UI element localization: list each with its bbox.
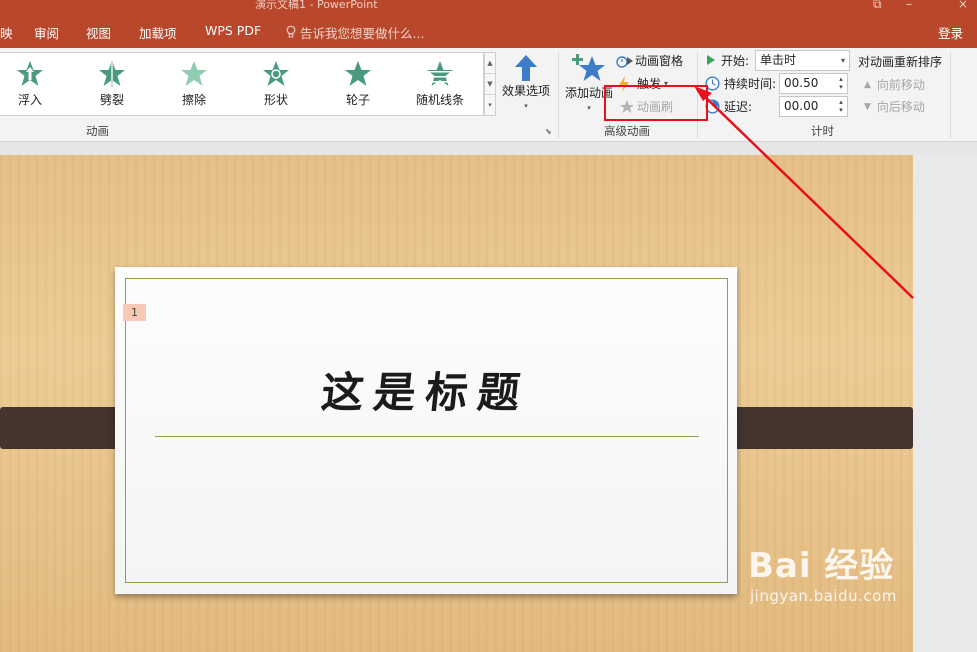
window-title: 演示文稿1 - PowerPoint xyxy=(255,0,378,11)
timing-start-label: 开始: xyxy=(706,52,749,69)
card-frame xyxy=(125,278,728,583)
animation-split[interactable]: 劈裂 xyxy=(82,59,142,108)
baidu-watermark: Bai 经验 jingyan.baidu.com xyxy=(748,538,897,605)
move-earlier-label: 向前移动 xyxy=(876,78,925,92)
tab-wps-pdf[interactable]: WPS PDF xyxy=(205,23,261,38)
animation-label: 轮子 xyxy=(345,93,370,107)
timing-start-select[interactable]: 单击时 ▾ xyxy=(755,50,850,71)
animation-label: 浮入 xyxy=(17,93,42,107)
animation-gallery: 浮入 劈裂 擦除 形状 轮子 随机线条 xyxy=(0,52,484,116)
reorder-animation-title: 对动画重新排序 xyxy=(858,55,943,69)
title-card: 1 这是标题 xyxy=(115,267,737,594)
star-wipe-icon xyxy=(181,61,207,86)
animation-label: 劈裂 xyxy=(99,93,124,107)
title-underline xyxy=(155,436,699,437)
slide-title-textbox[interactable]: 这是标题 xyxy=(112,359,740,420)
move-earlier-button[interactable]: ▲ 向前移动 xyxy=(864,76,925,93)
powerpoint-window: 演示文稿1 - PowerPoint ⧉ – × 映 审阅 视图 加载项 WPS… xyxy=(0,0,977,652)
group-label-animation: 动画 xyxy=(86,124,109,138)
animation-label: 随机线条 xyxy=(415,93,464,107)
start-label-text: 开始: xyxy=(721,54,750,68)
animation-label: 形状 xyxy=(263,93,288,107)
ribbon-display-options-icon[interactable]: ⧉ xyxy=(873,0,882,10)
gallery-scroll[interactable]: ▲ ▼ ▾ xyxy=(484,52,496,116)
star-shape-icon xyxy=(263,61,289,86)
gallery-more-icon[interactable]: ▾ xyxy=(485,95,495,116)
login-link[interactable]: 登录 xyxy=(938,23,963,42)
group-label-timing: 计时 xyxy=(811,124,834,138)
watermark-brand: Bai 经验 xyxy=(748,546,895,586)
move-later-label: 向后移动 xyxy=(876,100,925,114)
duration-value: 00.50 xyxy=(784,76,819,90)
animation-float-in[interactable]: 浮入 xyxy=(0,59,60,108)
timing-duration-label: 持续时间: xyxy=(705,75,776,92)
tab-view[interactable]: 视图 xyxy=(86,23,111,42)
star-random-bars-icon xyxy=(427,61,453,86)
add-star-icon xyxy=(572,54,605,81)
spinner-arrows-icon[interactable]: ▴ ▾ xyxy=(836,75,846,91)
tab-review[interactable]: 审阅 xyxy=(34,23,59,42)
move-later-button[interactable]: ▼ 向后移动 xyxy=(864,98,925,115)
group-label-advanced-animation: 高级动画 xyxy=(604,124,650,138)
animation-pane-icon xyxy=(616,53,633,69)
triangle-down-icon: ▼ xyxy=(864,101,871,112)
star-split-icon xyxy=(99,61,125,87)
title-bar: 演示文稿1 - PowerPoint ⧉ – × xyxy=(0,0,977,14)
tell-me-search[interactable]: 告诉我您想要做什么... xyxy=(286,23,424,42)
effect-options-button[interactable]: 效果选项 ▾ xyxy=(500,54,552,110)
ribbon-animations: 浮入 劈裂 擦除 形状 轮子 随机线条 ▲ ▼ ▾ 动画 ⬊ 效果选项 ▾ 添加… xyxy=(0,48,977,142)
timing-delay-spinner[interactable]: 00.00 ▴ ▾ xyxy=(779,96,848,117)
delay-value: 00.00 xyxy=(784,99,819,113)
group-separator xyxy=(950,52,951,138)
timing-duration-spinner[interactable]: 00.50 ▴ ▾ xyxy=(779,73,848,94)
spinner-arrows-icon[interactable]: ▴ ▾ xyxy=(836,98,846,114)
gallery-scroll-up-icon[interactable]: ▲ xyxy=(485,53,495,74)
animation-wipe[interactable]: 擦除 xyxy=(164,59,224,108)
play-icon xyxy=(706,53,718,69)
duration-label-text: 持续时间: xyxy=(724,77,777,91)
animation-pane-button[interactable]: 动画窗格 xyxy=(616,52,683,69)
vertical-scroll-area[interactable] xyxy=(913,155,977,652)
ribbon-tab-bar: 映 审阅 视图 加载项 WPS PDF 告诉我您想要做什么... 登录 xyxy=(0,14,977,48)
triangle-up-icon: ▲ xyxy=(864,79,871,90)
start-select-value: 单击时 xyxy=(760,53,797,67)
annotation-highlight-box xyxy=(604,85,708,121)
timing-delay-label: 延迟: xyxy=(705,98,752,115)
watermark-url: jingyan.baidu.com xyxy=(750,587,897,605)
delay-label-text: 延迟: xyxy=(724,100,753,114)
dialog-launcher-icon[interactable]: ⬊ xyxy=(545,127,552,136)
decorative-band-right xyxy=(716,407,913,449)
close-icon[interactable]: × xyxy=(958,0,968,10)
animation-order-tag[interactable]: 1 xyxy=(123,304,146,321)
star-float-in-icon xyxy=(17,61,43,86)
lightbulb-icon xyxy=(286,25,300,41)
tab-addins[interactable]: 加载项 xyxy=(139,23,177,42)
animation-label: 擦除 xyxy=(181,93,206,107)
animation-wheel[interactable]: 轮子 xyxy=(328,59,388,108)
gallery-scroll-down-icon[interactable]: ▼ xyxy=(485,74,495,95)
up-arrow-icon xyxy=(515,55,537,81)
tab-slideshow[interactable]: 映 xyxy=(0,23,13,42)
tell-me-text: 告诉我您想要做什么... xyxy=(300,26,425,41)
minimize-icon[interactable]: – xyxy=(906,0,912,10)
animation-shape[interactable]: 形状 xyxy=(246,59,306,108)
chevron-down-icon: ▾ xyxy=(840,56,845,65)
animation-random-bars[interactable]: 随机线条 xyxy=(410,59,470,108)
group-separator xyxy=(558,52,559,138)
animation-pane-label: 动画窗格 xyxy=(635,54,684,68)
chevron-down-icon: ▾ xyxy=(524,102,528,110)
effect-options-label: 效果选项 xyxy=(501,84,550,98)
star-wheel-icon xyxy=(345,61,371,86)
